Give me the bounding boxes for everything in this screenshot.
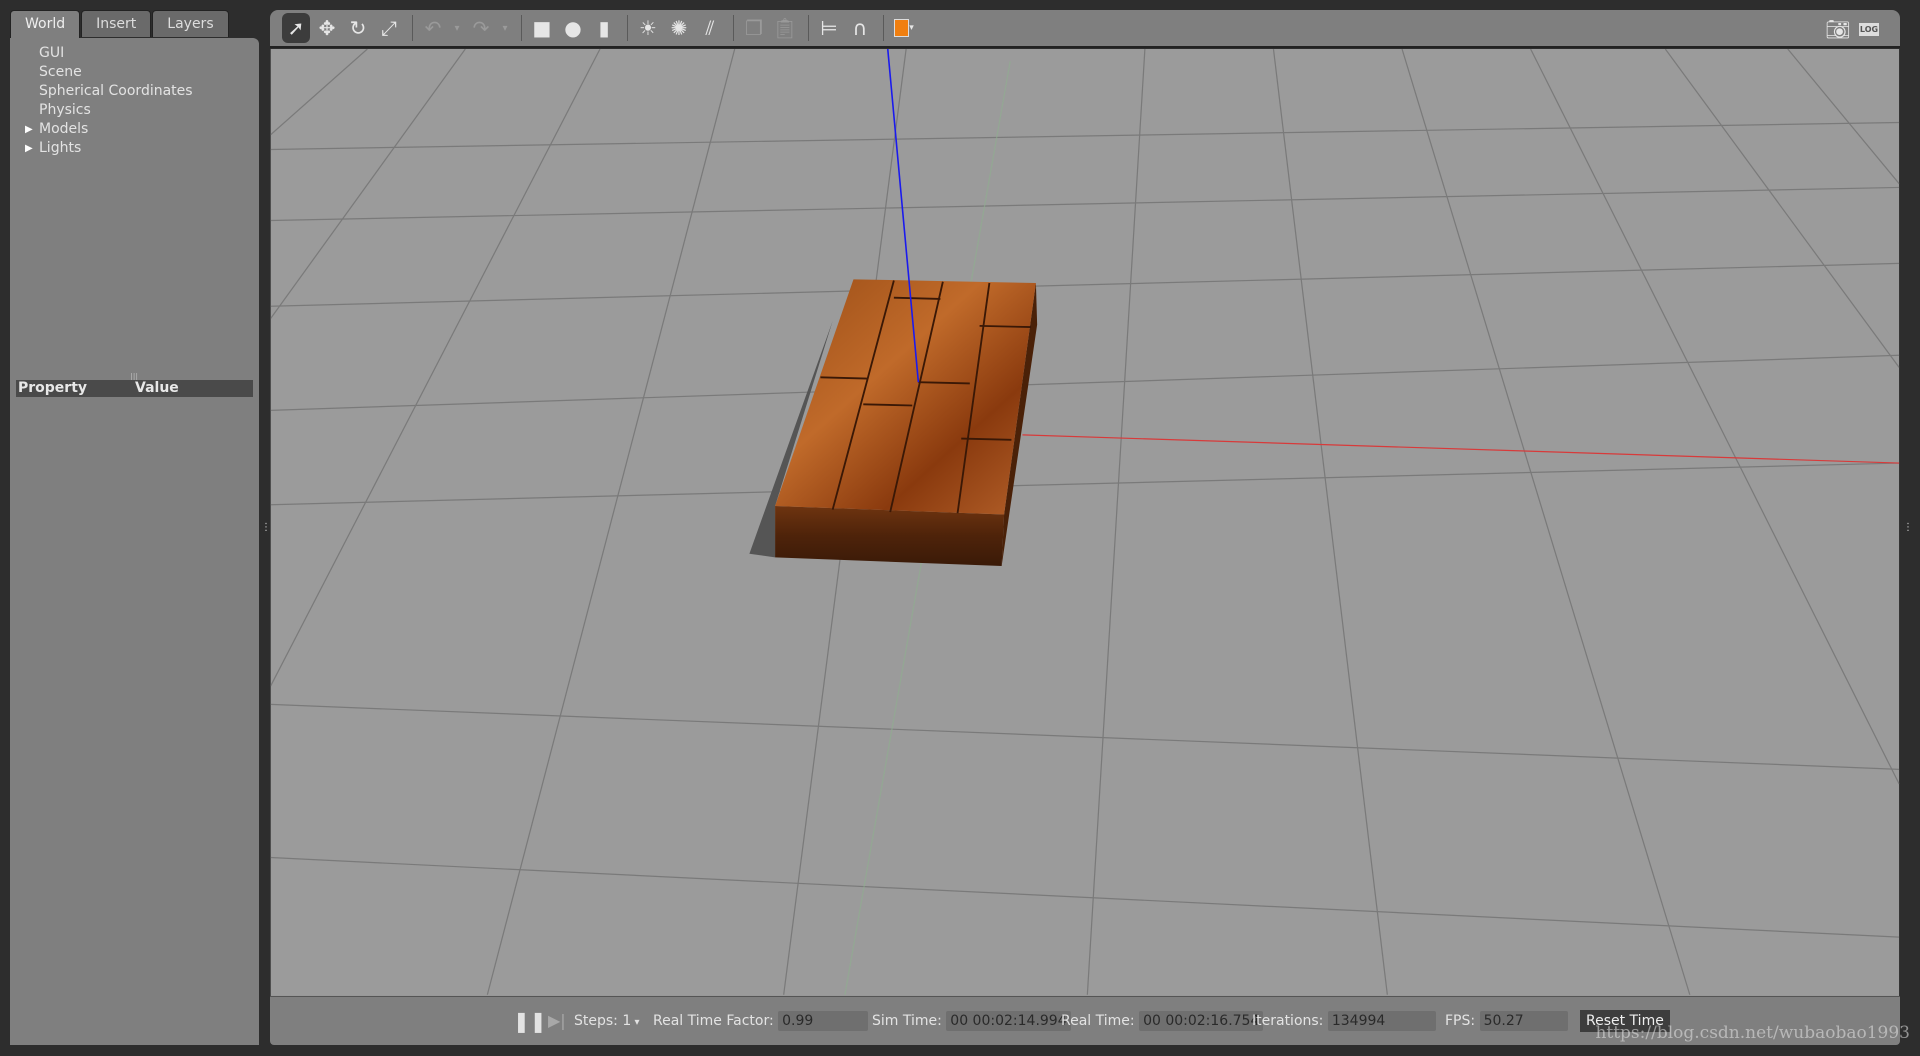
rtf-label: Real Time Factor: [653,1013,774,1029]
fps-label: FPS: [1445,1013,1476,1029]
tree-item-lights[interactable]: ▶ Lights [10,139,259,158]
tree-item-label: Scene [39,64,82,80]
steps-dropdown-icon[interactable]: ▾ [631,1017,639,1028]
redo-dropdown-icon[interactable]: ▾ [498,13,512,43]
rotate-icon[interactable]: ↻ [344,13,372,43]
expand-arrow-icon[interactable]: ▶ [25,139,33,158]
tree-item-gui[interactable]: GUI [10,44,259,63]
left-panel-tabs: World Insert Layers [10,10,230,40]
step-icon[interactable]: ▶| [548,1010,566,1032]
tree-item-models[interactable]: ▶ Models [10,120,259,139]
toolbar: ➚ ✥ ↻ ⤢ ↶ ▾ ↷ ▾ ■ ● ▮ ☀ ✺ ⫽ ❐ 📋︎ ⊨ ∩ ▾ 📷… [270,10,1900,48]
property-table-header: Property Value [16,380,253,397]
paste-icon[interactable]: 📋︎ [771,13,799,43]
world-tree: GUI Scene Spherical Coordinates Physics … [10,44,259,158]
snap-magnet-icon[interactable]: ∩ [846,13,874,43]
tree-item-label: Lights [39,140,82,156]
toolbar-divider [883,15,884,41]
undo-icon[interactable]: ↶ [419,13,447,43]
iterations: Iterations: 134994 [1252,1010,1436,1032]
tab-layers[interactable]: Layers [152,10,229,37]
spot-light-icon[interactable]: ✺ [665,13,693,43]
toolbar-divider [733,15,734,41]
real-time: Real Time: 00 00:02:16.754 [1061,1010,1264,1032]
copy-icon[interactable]: ❐ [740,13,768,43]
sim-time: Sim Time: 00 00:02:14.994 [872,1010,1071,1032]
real-time-field: 00 00:02:16.754 [1139,1011,1264,1031]
tree-item-physics[interactable]: Physics [10,101,259,120]
tree-item-label: GUI [39,45,65,61]
real-time-label: Real Time: [1061,1013,1135,1029]
sphere-icon[interactable]: ● [559,13,587,43]
directional-light-icon[interactable]: ⫽ [696,13,724,43]
real-time-factor: Real Time Factor: 0.99 [653,1010,869,1032]
log-download-icon[interactable]: LOG [1855,14,1883,44]
toolbar-divider [521,15,522,41]
redo-icon[interactable]: ↷ [467,13,495,43]
steps-label: Steps: [574,1013,618,1029]
toolbar-divider [808,15,809,41]
pause-icon[interactable]: ❚❚ [513,1010,547,1032]
undo-dropdown-icon[interactable]: ▾ [450,13,464,43]
tree-item-label: Models [39,121,89,137]
scale-icon[interactable]: ⤢ [375,13,403,43]
iterations-field: 134994 [1327,1011,1436,1031]
tab-world[interactable]: World [10,10,81,40]
view-angle-icon[interactable]: ▾ [890,13,918,43]
toolbar-divider [627,15,628,41]
tree-item-label: Physics [39,102,91,118]
align-icon[interactable]: ⊨ [815,13,843,43]
property-column-header: Property [18,380,88,396]
steps-value[interactable]: 1 [622,1013,631,1029]
iterations-label: Iterations: [1252,1013,1324,1029]
rtf-field: 0.99 [778,1011,869,1031]
value-column-header: Value [135,380,179,396]
tree-item-label: Spherical Coordinates [39,83,193,99]
watermark: https://blog.csdn.net/wubaobao1993 [1595,1023,1910,1043]
steps-control: Steps: 1 ▾ [574,1010,639,1032]
viewport-frame: ➚ ✥ ↻ ⤢ ↶ ▾ ↷ ▾ ■ ● ▮ ☀ ✺ ⫽ ❐ 📋︎ ⊨ ∩ ▾ 📷… [270,10,1900,1045]
fps: FPS: 50.27 [1445,1010,1568,1032]
sim-time-field: 00 00:02:14.994 [946,1011,1071,1031]
point-light-icon[interactable]: ☀ [634,13,662,43]
box-icon[interactable]: ■ [528,13,556,43]
expand-arrow-icon[interactable]: ▶ [25,120,33,139]
select-arrow-icon[interactable]: ➚ [282,13,310,43]
toolbar-divider [412,15,413,41]
right-splitter-handle[interactable]: ⋮ [1903,522,1913,533]
fps-field: 50.27 [1479,1011,1568,1031]
screenshot-camera-icon[interactable]: 📷︎ [1824,14,1852,44]
translate-icon[interactable]: ✥ [313,13,341,43]
world-panel: GUI Scene Spherical Coordinates Physics … [10,38,259,1045]
tab-insert[interactable]: Insert [81,10,152,37]
tree-item-scene[interactable]: Scene [10,63,259,82]
tree-item-spherical-coordinates[interactable]: Spherical Coordinates [10,82,259,101]
cylinder-icon[interactable]: ▮ [590,13,618,43]
sim-time-label: Sim Time: [872,1013,942,1029]
